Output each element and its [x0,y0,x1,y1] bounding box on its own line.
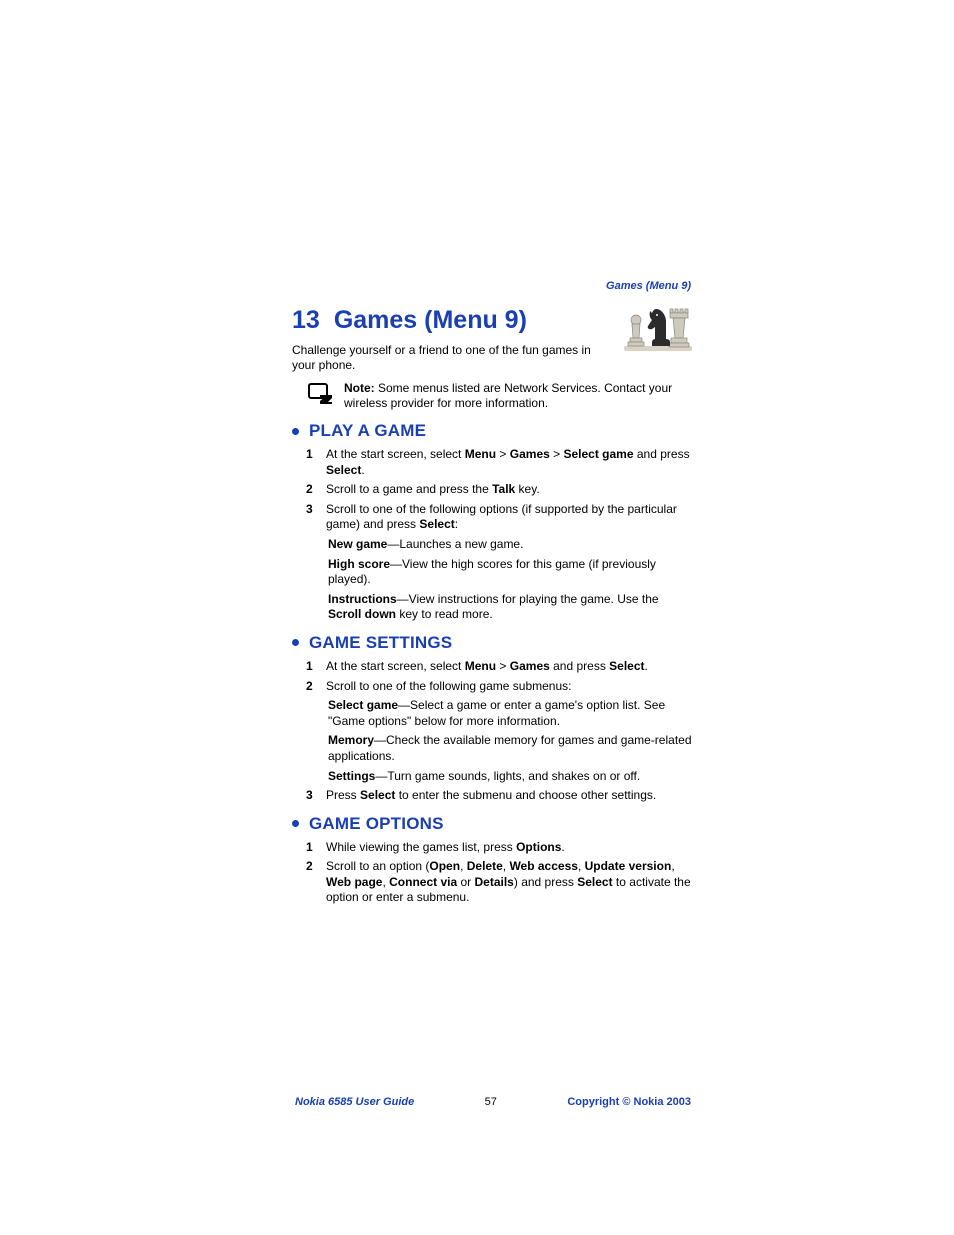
chess-pieces-icon [622,306,694,357]
chapter-number: 13 [292,306,320,334]
chapter-title: 13 Games (Menu 9) [292,306,612,335]
note-body: Some menus listed are Network Services. … [344,381,672,410]
title-row: 13 Games (Menu 9) Challenge yourself or a… [292,306,694,381]
step-text: At the start screen, select Menu > Games… [326,659,694,675]
step-text: Press Select to enter the submenu and ch… [326,788,694,804]
option-item: New game—Launches a new game. [328,537,694,553]
step-number: 1 [306,659,316,675]
step-number: 1 [306,447,316,463]
section-heading-options: GAME OPTIONS [292,814,694,834]
step-text: While viewing the games list, press Opti… [326,840,694,856]
section-title: GAME SETTINGS [309,633,452,653]
document-page: Games (Menu 9) 13Games (Menu 9) Challeng… [0,0,954,1108]
step-text: At the start screen, select Menu > Games… [326,447,694,478]
step-text: Scroll to one of the following options (… [326,502,694,533]
note-label: Note: [344,381,375,395]
option-item: Memory—Check the available memory for ga… [328,733,694,764]
step-number: 2 [306,859,316,875]
bullet-icon [292,428,299,435]
option-item: Instructions—View instructions for playi… [328,592,694,623]
step-number: 1 [306,840,316,856]
note-block: Note: Some menus listed are Network Serv… [308,381,694,411]
title-block: 13 Games (Menu 9) Challenge yourself or a… [292,306,612,381]
section-title: GAME OPTIONS [309,814,444,834]
step-text: Scroll to one of the following game subm… [326,679,694,695]
list-item: 2 Scroll to an option (Open, Delete, Web… [306,859,694,906]
list-item: 2 Scroll to a game and press the Talk ke… [306,482,694,498]
section-heading-settings: GAME SETTINGS [292,633,694,653]
page-footer: Nokia 6585 User Guide 57 Copyright © Nok… [292,1096,694,1108]
option-item: Select game—Select a game or enter a gam… [328,698,694,729]
chapter-title-text: Games (Menu 9) [334,306,527,334]
list-item: 1 At the start screen, select Menu > Gam… [306,659,694,675]
page-header-tag: Games (Menu 9) [292,280,691,292]
bullet-icon [292,639,299,646]
note-icon [308,383,334,410]
footer-page-number: 57 [485,1096,497,1108]
section-title: PLAY A GAME [309,421,426,441]
step-number: 3 [306,502,316,518]
option-item: Settings—Turn game sounds, lights, and s… [328,769,694,785]
step-text: Scroll to a game and press the Talk key. [326,482,694,498]
note-text: Note: Some menus listed are Network Serv… [344,381,694,411]
footer-left: Nokia 6585 User Guide [295,1096,414,1108]
section-heading-play: PLAY A GAME [292,421,694,441]
step-text: Scroll to an option (Open, Delete, Web a… [326,859,694,906]
list-item: 3 Press Select to enter the submenu and … [306,788,694,804]
option-item: High score—View the high scores for this… [328,557,694,588]
list-item: 1 While viewing the games list, press Op… [306,840,694,856]
list-item: 2 Scroll to one of the following game su… [306,679,694,695]
step-number: 3 [306,788,316,804]
bullet-icon [292,820,299,827]
chapter-intro: Challenge yourself or a friend to one of… [292,343,612,373]
list-item: 3 Scroll to one of the following options… [306,502,694,533]
step-number: 2 [306,482,316,498]
footer-right: Copyright © Nokia 2003 [567,1096,691,1108]
list-item: 1 At the start screen, select Menu > Gam… [306,447,694,478]
step-number: 2 [306,679,316,695]
